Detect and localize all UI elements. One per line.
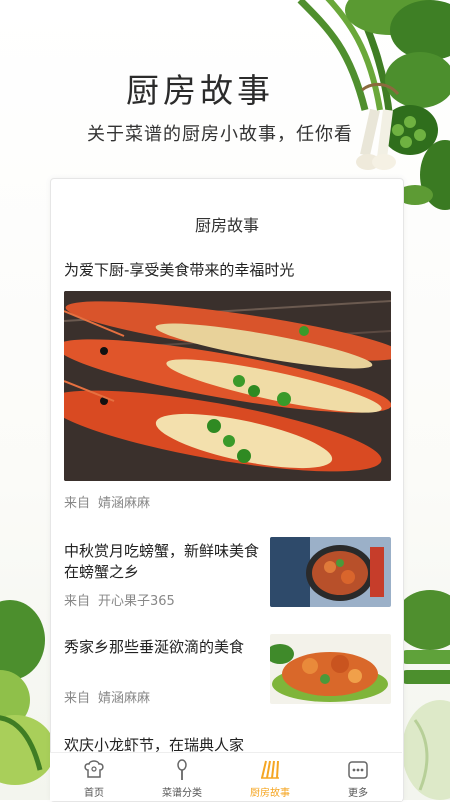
tab-home[interactable]: 首页 <box>50 753 138 801</box>
source-author[interactable]: 开心果子365 <box>98 594 175 609</box>
featured-source: 来自 婧涵麻麻 <box>64 492 150 511</box>
featured-article-title[interactable]: 为爱下厨-享受美食带来的幸福时光 <box>64 259 294 280</box>
source-label: 来自 <box>64 691 91 706</box>
tab-label: 厨房故事 <box>250 788 290 799</box>
featured-shrimp-image[interactable] <box>64 291 391 481</box>
tab-label: 更多 <box>348 788 368 799</box>
chef-hat-icon <box>84 760 104 778</box>
source-author[interactable]: 婧涵麻麻 <box>98 496 150 511</box>
source-author[interactable]: 婧涵麻麻 <box>98 691 150 706</box>
tab-label: 菜谱分类 <box>162 788 202 799</box>
article-title[interactable]: 秀家乡那些垂涎欲滴的美食 <box>64 637 260 658</box>
tab-kitchen-story[interactable]: 厨房故事 <box>226 753 314 801</box>
tab-recipe-categories[interactable]: 菜谱分类 <box>138 753 226 801</box>
tab-more[interactable]: 更多 <box>314 753 402 801</box>
card-title: 厨房故事 <box>194 216 259 235</box>
story-card: 厨房故事 为爱下厨-享受美食带来的幸福时光 来自 婧涵麻麻 中秋赏月吃螃蟹，新鲜… <box>50 178 404 802</box>
bottom-tab-bar: 首页 菜谱分类 厨房故事 更多 <box>50 752 402 801</box>
seafood-dish-thumbnail[interactable] <box>270 634 391 704</box>
book-icon <box>261 760 279 779</box>
more-icon <box>348 761 368 779</box>
source-label: 来自 <box>64 594 91 609</box>
page-subtitle: 关于菜谱的厨房小故事，任你看 <box>87 124 353 145</box>
spoon-icon <box>177 759 187 780</box>
source-label: 来自 <box>64 496 91 511</box>
article-source: 来自 开心果子365 <box>64 590 175 609</box>
tab-label: 首页 <box>84 788 104 799</box>
page-title: 厨房故事 <box>126 71 274 110</box>
article-source: 来自 婧涵麻麻 <box>64 687 150 706</box>
article-title[interactable]: 中秋赏月吃螃蟹，新鲜味美食在螃蟹之乡 <box>64 541 260 583</box>
crab-dish-thumbnail[interactable] <box>270 537 391 607</box>
